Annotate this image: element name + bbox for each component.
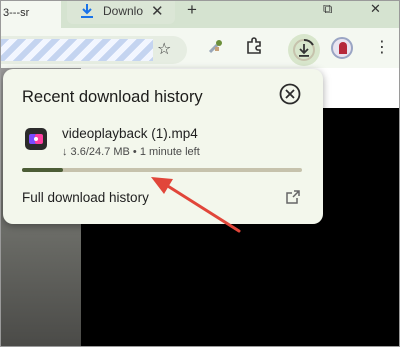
eyedropper-icon[interactable] [207,37,225,55]
file-icon [25,128,47,150]
download-button[interactable] [288,34,320,66]
star-icon[interactable]: ☆ [157,39,171,59]
menu-icon[interactable]: ⋮ [374,40,390,56]
redacted-url [1,39,153,61]
download-progress-icon [293,39,315,61]
restore-button[interactable]: ⧉ [323,1,332,17]
download-progress-fill [22,168,63,172]
file-name[interactable]: videoplayback (1).mp4 [62,126,198,141]
extensions-icon[interactable] [245,37,263,55]
close-circle-icon[interactable] [279,83,301,105]
tab-strip: 3---sr Downlo ✕ + ⧉ ✕ [1,1,399,28]
open-external-icon[interactable] [285,189,301,205]
tab-active[interactable]: 3---sr [1,1,61,28]
new-tab-button[interactable]: + [187,1,197,18]
popup-title: Recent download history [22,88,203,106]
tab-label: 3---sr [3,7,30,19]
tab-label: Downlo [103,4,144,18]
full-download-history-link[interactable]: Full download history [22,190,149,205]
download-progress-bar [22,168,302,172]
browser-window: 3---sr Downlo ✕ + ⧉ ✕ ☆ ⋮ Recent downloa… [0,0,400,347]
tab-downloads[interactable]: Downlo ✕ [67,1,175,24]
download-icon [81,4,93,18]
toolbar: ☆ ⋮ [1,28,399,68]
window-close-button[interactable]: ✕ [370,1,381,17]
download-popup: Recent download history videoplayback (1… [3,69,323,224]
avatar[interactable] [331,37,353,59]
close-icon[interactable]: ✕ [151,2,164,20]
address-bar[interactable]: ☆ [1,36,187,64]
file-status: ↓ 3.6/24.7 MB • 1 minute left [62,146,200,158]
